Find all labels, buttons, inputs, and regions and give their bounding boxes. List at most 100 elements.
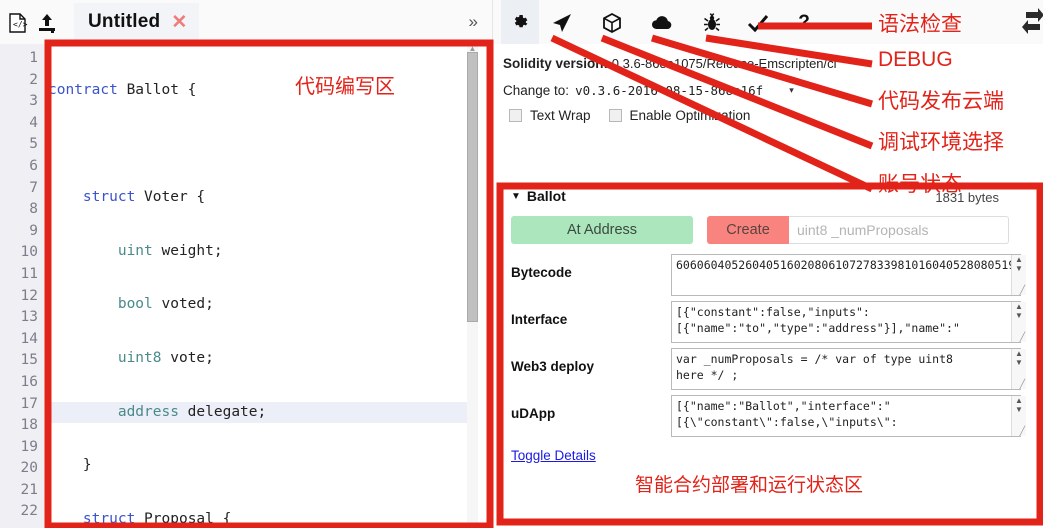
bytecode-textarea[interactable] <box>671 254 1021 296</box>
annotation-deploy-area: 智能合约部署和运行状态区 <box>635 475 864 496</box>
line-number: 9 <box>29 222 38 239</box>
package-button[interactable] <box>599 10 625 36</box>
contract-actions-row: At Address Create <box>511 216 1027 244</box>
editor-scrollbar-thumb[interactable] <box>467 52 478 322</box>
udapp-textarea[interactable] <box>671 395 1021 437</box>
settings-button[interactable] <box>501 0 539 44</box>
line-number: 15 <box>20 352 38 369</box>
contract-header[interactable]: ▼ Ballot <box>511 188 566 204</box>
annotation-syntax-check: 语法检查 <box>878 13 962 36</box>
line-number: 16 <box>20 373 38 390</box>
line-number: 5 <box>29 136 38 153</box>
line-number: 10 <box>20 244 38 261</box>
udapp-field: uDApp ▲▼ ╱ <box>511 395 1027 437</box>
help-button[interactable]: ? <box>791 10 817 36</box>
code-line: address delegate; <box>48 401 468 424</box>
udapp-label: uDApp <box>511 406 556 421</box>
more-tabs-icon[interactable]: » <box>469 13 478 30</box>
code-line: } <box>48 457 92 474</box>
code-line: struct Voter { <box>82 189 206 206</box>
resize-grip-icon[interactable]: ╱ <box>1020 333 1025 342</box>
solidity-version-value: 0.3.6-868a1075/Release-Emscripten/cl <box>611 56 837 71</box>
line-number: 21 <box>20 481 38 498</box>
enable-optimization-label: Enable Optimization <box>629 108 751 123</box>
text-wrap-checkbox[interactable] <box>509 109 522 122</box>
upload-icon[interactable] <box>36 12 58 34</box>
annotation-code-area: 代码编写区 <box>295 76 395 98</box>
create-button[interactable]: Create <box>707 216 789 244</box>
web3-deploy-textarea[interactable] <box>671 348 1021 390</box>
annotation-account-status: 账号状态 <box>878 173 962 196</box>
contract-panel: ▼ Ballot 1831 bytes At Address Create By… <box>501 186 1035 518</box>
code-line: struct Proposal { <box>82 510 232 527</box>
send-transaction-button[interactable] <box>549 10 575 36</box>
interface-label: Interface <box>511 312 568 327</box>
interface-field: Interface ▲▼ ╱ <box>511 301 1027 343</box>
syntax-check-button[interactable] <box>745 10 771 36</box>
resize-grip-icon[interactable]: ╱ <box>1020 427 1025 436</box>
paper-plane-icon <box>553 14 571 32</box>
line-number: 14 <box>20 330 38 347</box>
toggle-details-link[interactable]: Toggle Details <box>511 448 596 463</box>
code-text[interactable]: contract Ballot { struct Voter { uint we… <box>48 44 468 528</box>
text-wrap-label: Text Wrap <box>530 108 591 123</box>
change-to-label: Change to: <box>503 83 570 98</box>
editor-pane: </> Untitled ✕ » 1 2 3 4 5 6 7 8 9 10 11… <box>0 0 492 528</box>
file-code-icon[interactable]: </> <box>6 12 28 34</box>
bytecode-field: Bytecode ▲▼ ╱ <box>511 254 1027 296</box>
checkmark-icon <box>747 15 769 33</box>
close-icon[interactable]: ✕ <box>171 13 187 32</box>
line-number: 11 <box>20 265 38 282</box>
cloud-upload-icon <box>652 16 672 30</box>
annotation-debug: DEBUG <box>878 48 953 71</box>
svg-text:</>: </> <box>13 20 28 29</box>
line-number: 6 <box>29 157 38 174</box>
at-address-button[interactable]: At Address <box>511 216 693 244</box>
code-line: uint8 vote; <box>117 349 214 366</box>
chevron-down-icon[interactable]: ▾ <box>789 85 794 96</box>
line-number: 8 <box>29 201 38 218</box>
remix-ide-window: </> Untitled ✕ » 1 2 3 4 5 6 7 8 9 10 11… <box>0 0 1043 528</box>
web3-deploy-label: Web3 deploy <box>511 359 595 374</box>
line-number: 19 <box>20 438 38 455</box>
enable-optimization-checkbox[interactable] <box>608 109 622 122</box>
tab-label: Untitled <box>88 11 161 32</box>
publish-cloud-button[interactable] <box>649 10 675 36</box>
line-number: 17 <box>20 395 38 412</box>
line-number: 4 <box>29 114 38 131</box>
version-select[interactable]: v0.3.6-2016-08-15-868a16f <box>575 83 763 98</box>
line-number: 12 <box>20 287 38 304</box>
line-number: 2 <box>29 71 38 88</box>
code-editor[interactable]: 1 2 3 4 5 6 7 8 9 10 11 12 13 14 15 16 1… <box>0 44 492 528</box>
collapse-triangle-icon[interactable]: ▼ <box>511 191 521 202</box>
debug-button[interactable] <box>699 10 725 36</box>
line-number: 7 <box>29 179 38 196</box>
cube-icon <box>603 12 621 34</box>
web3-deploy-field: Web3 deploy ▲▼ ╱ <box>511 348 1027 390</box>
contract-name: Ballot <box>526 188 566 204</box>
line-number: 20 <box>20 460 38 477</box>
line-number: 3 <box>29 93 38 110</box>
annotation-publish-cloud: 代码发布云端 <box>878 90 1004 113</box>
line-number-gutter: 1 2 3 4 5 6 7 8 9 10 11 12 13 14 15 16 1… <box>0 44 46 528</box>
code-line: uint weight; <box>117 242 223 259</box>
line-number: 13 <box>20 309 38 326</box>
solidity-version-row: Solidity version: 0.3.6-868a1075/Release… <box>503 56 1043 71</box>
tab-untitled[interactable]: Untitled ✕ <box>74 3 200 41</box>
code-line: contract Ballot { <box>48 82 197 98</box>
annotation-env-select: 调试环境选择 <box>878 131 1004 154</box>
editor-tabbar: </> Untitled ✕ » <box>0 0 492 45</box>
resize-grip-icon[interactable]: ╱ <box>1020 286 1025 295</box>
compiler-pane: ? Solidity version: 0.3.6-868a1075/Relea… <box>492 0 1043 528</box>
bug-icon <box>704 13 720 32</box>
interface-textarea[interactable] <box>671 301 1021 343</box>
code-line: bool voted; <box>117 296 214 313</box>
bytecode-label: Bytecode <box>511 265 572 280</box>
line-number: 22 <box>20 503 38 520</box>
resize-grip-icon[interactable]: ╱ <box>1020 380 1025 389</box>
solidity-version-label: Solidity version: <box>503 56 609 71</box>
swap-icon[interactable] <box>1022 8 1043 38</box>
line-number: 18 <box>20 417 38 434</box>
numproposals-input[interactable] <box>789 216 1009 244</box>
